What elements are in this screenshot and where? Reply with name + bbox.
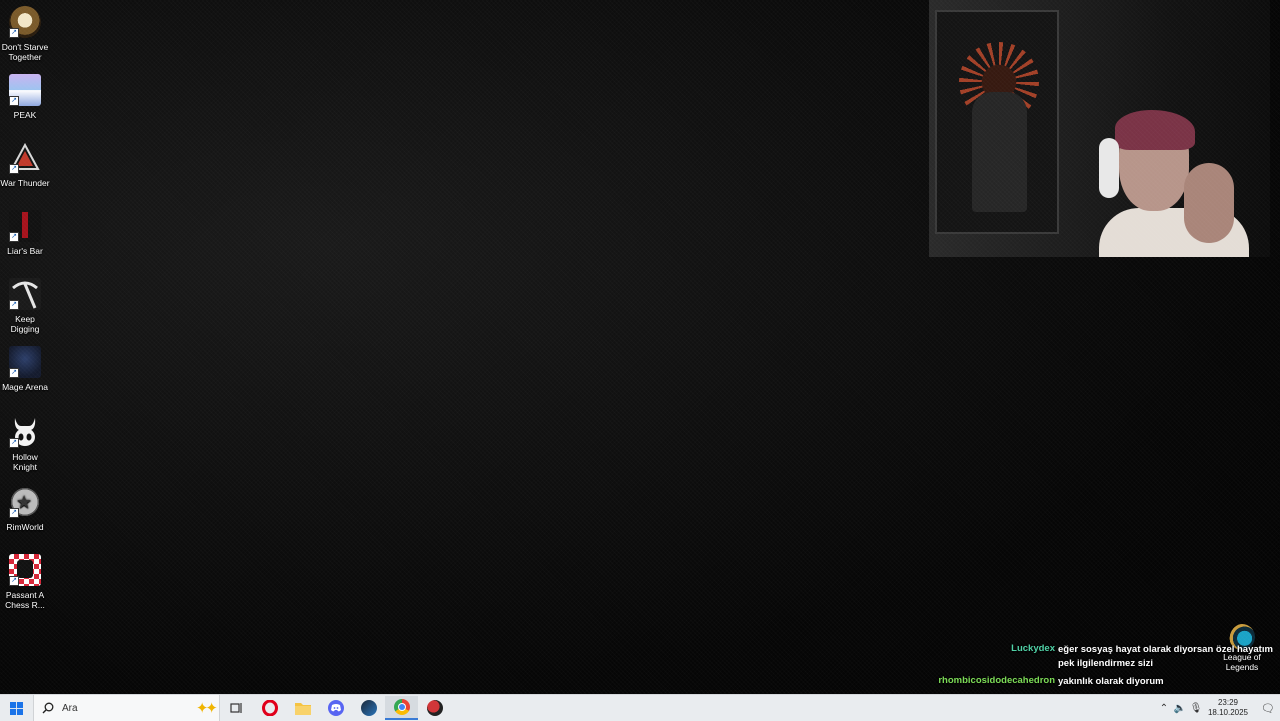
desktop-icon-liars-bar[interactable]: ↗ Liar's Bar: [0, 210, 50, 256]
taskbar-steam[interactable]: [352, 695, 385, 721]
dont-starve-icon: ↗: [9, 6, 41, 38]
taskbar-opera[interactable]: [253, 695, 286, 721]
task-view-icon: [229, 703, 242, 713]
taskbar-chrome[interactable]: [385, 696, 418, 720]
desktop-icon-peak[interactable]: ↗ PEAK: [0, 74, 50, 120]
windows-icon: [10, 701, 23, 715]
volume-icon[interactable]: 🔈: [1172, 703, 1188, 714]
hollow-knight-icon: ↗: [9, 416, 41, 448]
desktop-icon-dont-starve-together[interactable]: ↗ Don't Starve Together: [0, 6, 50, 62]
streamer: [1099, 108, 1249, 257]
opera-icon: [261, 700, 278, 716]
chat-message: rhombicosidodecahedron yakınlık olarak d…: [925, 675, 1280, 689]
chrome-icon: [393, 699, 410, 715]
search-icon: [42, 702, 54, 714]
riot-icon: [426, 700, 443, 716]
taskbar-discord[interactable]: [319, 695, 352, 721]
mage-arena-icon: ↗: [9, 346, 41, 378]
task-view-button[interactable]: [220, 695, 253, 721]
war-thunder-icon: ↗: [9, 142, 41, 174]
desktop-icon-mage-arena[interactable]: ↗ Mage Arena: [0, 346, 50, 392]
poster: [935, 10, 1059, 234]
copilot-sparkle-icon: ✦✦: [195, 700, 218, 717]
taskbar-file-explorer[interactable]: [286, 695, 319, 721]
clock[interactable]: 23:29 18.10.2025: [1208, 698, 1248, 718]
desktop-icon-keep-digging[interactable]: ↗ Keep Digging: [0, 278, 50, 334]
chat-message: Luckydex eğer sosyaş hayat olarak diyors…: [925, 643, 1280, 671]
headset: [1099, 138, 1119, 198]
chat-username: rhombicosidodecahedron: [938, 675, 1055, 686]
microphone-icon[interactable]: 🎙: [1188, 703, 1204, 714]
system-tray: ⌃ 🔈 🎙 23:29 18.10.2025 🗨: [1156, 695, 1280, 721]
chevron-up-icon[interactable]: ⌃: [1156, 703, 1172, 714]
chat-username: Luckydex: [1011, 643, 1055, 654]
notification-icon[interactable]: 🗨: [1256, 702, 1280, 715]
taskbar: Ara ✦✦ ⌃ 🔈 🎙 23:29 18.10.2025 🗨: [0, 694, 1280, 721]
webcam-overlay: [929, 0, 1270, 257]
clock-time: 23:29: [1217, 698, 1238, 707]
steam-icon: [360, 700, 377, 716]
taskbar-search-box[interactable]: Ara ✦✦: [33, 695, 220, 721]
taskbar-riot-client[interactable]: [418, 695, 451, 721]
desktop-icon-hollow-knight[interactable]: ↗ Hollow Knight: [0, 416, 50, 472]
clock-date: 18.10.2025: [1207, 708, 1248, 717]
liars-bar-icon: ↗: [9, 210, 41, 242]
desktop-icon-passant-chess[interactable]: ↗ Passant A Chess R...: [0, 554, 50, 610]
chat-text: eğer sosyaş hayat olarak diyorsan özel h…: [1058, 644, 1273, 669]
discord-icon: [327, 700, 344, 716]
start-button[interactable]: [0, 695, 33, 721]
desktop: ↗ Don't Starve Together ↗ PEAK ↗ War Thu…: [0, 0, 1280, 694]
peak-icon: ↗: [9, 74, 41, 106]
pickaxe-icon: ↗: [9, 278, 41, 310]
chat-overlay: Luckydex eğer sosyaş hayat olarak diyors…: [925, 643, 1280, 693]
search-placeholder: Ara: [62, 702, 78, 714]
desktop-icon-war-thunder[interactable]: ↗ War Thunder: [0, 142, 50, 188]
chat-text: yakınlık olarak diyorum: [1058, 676, 1164, 687]
rimworld-icon: ★ ↗: [9, 486, 41, 518]
chess-icon: ↗: [9, 554, 41, 586]
folder-icon: [294, 703, 311, 715]
desktop-icon-rimworld[interactable]: ★ ↗ RimWorld: [0, 486, 50, 532]
